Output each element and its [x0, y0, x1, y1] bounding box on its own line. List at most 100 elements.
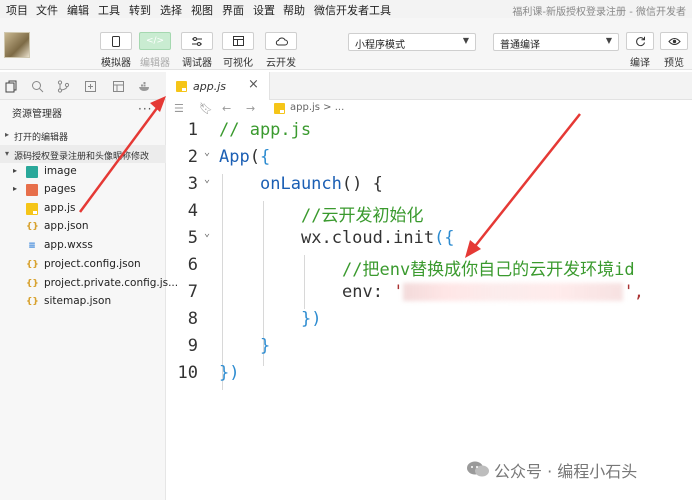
close-icon[interactable]: × [248, 77, 259, 92]
code-string-end: ', [623, 282, 644, 302]
visual-label: 可视化 [223, 58, 253, 69]
toolbar: 模拟器 </> 编辑器 调试器 可视化 云开发 小程序模式 ▼ 普通编译 ▼ 编 [0, 18, 692, 70]
files-icon[interactable] [5, 80, 18, 93]
menu-goto[interactable]: 转到 [129, 2, 151, 18]
css-file-icon: ≡ [28, 241, 36, 251]
chevron-right-icon: ▸ [13, 166, 18, 175]
folder-icon [26, 184, 38, 196]
debug-icon[interactable] [84, 80, 97, 93]
tree-item-app-js[interactable]: app.js [0, 200, 166, 218]
bookmark-icon[interactable]: 🔖︎ [199, 102, 213, 115]
line-number: 5 [187, 228, 198, 248]
menu-select[interactable]: 选择 [160, 2, 182, 18]
line-number: 9 [187, 336, 198, 356]
mode-select[interactable]: 小程序模式 ▼ [348, 33, 476, 51]
code-editor[interactable]: 1 // app.js 2 ⌄ App({ 3 ⌄ onLaunch() { 4… [166, 116, 692, 500]
code-line: 9 } [166, 332, 692, 359]
editor-label: 编辑器 [140, 58, 170, 69]
menu-project[interactable]: 项目 [6, 2, 28, 18]
code-brace: }) [219, 363, 240, 383]
list-icon[interactable]: ☰ [174, 102, 184, 115]
js-file-icon [26, 203, 38, 215]
code-line: 7 env: ' ', [166, 278, 692, 305]
search-icon[interactable] [31, 80, 44, 93]
eye-icon [667, 37, 681, 45]
folder-icon [26, 166, 38, 178]
menu-view[interactable]: 视图 [191, 2, 213, 18]
menu-settings[interactable]: 设置 [253, 2, 275, 18]
layout-icon [232, 36, 244, 46]
project-label: 源码授权登录注册和头像昵称修改 [14, 152, 150, 162]
editor-button[interactable]: </> 编辑器 [137, 32, 173, 69]
menu-wechat-devtools[interactable]: 微信开发者工具 [314, 2, 391, 18]
tree-item-app-json[interactable]: {} app.json [0, 218, 166, 236]
tree-item-label: app.wxss [44, 239, 93, 251]
tree-item-pages[interactable]: ▸ pages [0, 181, 166, 199]
project-section[interactable]: ▾ 源码授权登录注册和头像昵称修改 [0, 145, 166, 163]
simulator-label: 模拟器 [101, 58, 131, 69]
sliders-icon [192, 36, 202, 46]
compile-select-value: 普通编译 [500, 40, 540, 51]
explorer-title: 资源管理器 [12, 109, 62, 120]
devtools-window: 项目 文件 编辑 工具 转到 选择 视图 界面 设置 帮助 微信开发者工具 福利… [0, 0, 692, 500]
tree-item-label: app.json [44, 220, 89, 232]
code-icon: </> [145, 36, 165, 46]
menu-help[interactable]: 帮助 [283, 2, 305, 18]
cloud-button[interactable]: 云开发 [263, 32, 299, 69]
forward-arrow-icon[interactable]: → [246, 102, 255, 115]
compile-button[interactable]: 编译 [622, 32, 658, 69]
tab-label: app.js [193, 80, 226, 93]
visual-button[interactable]: 可视化 [220, 32, 256, 69]
code-identifier: App [219, 147, 250, 167]
line-number: 10 [177, 363, 198, 383]
simulator-button[interactable]: 模拟器 [98, 32, 134, 69]
open-editors-section[interactable]: ▸ 打开的编辑器 [0, 126, 166, 144]
source-control-icon[interactable] [57, 80, 70, 93]
code-key: env: [342, 282, 383, 302]
tree-item-sitemap[interactable]: {} sitemap.json [0, 293, 166, 311]
line-number: 2 [187, 147, 198, 167]
code-string-quote: ' [393, 282, 404, 302]
code-brace: ({ [434, 228, 455, 248]
line-number: 7 [187, 282, 198, 302]
chevron-down-icon[interactable]: ⌄ [204, 228, 210, 239]
tree-item-project-private-config[interactable]: {} project.private.config.js... [0, 275, 178, 293]
extensions-icon[interactable] [112, 80, 125, 93]
code-comment: //云开发初始化 [301, 206, 424, 226]
more-icon[interactable]: ··· [138, 102, 152, 116]
code-comment: // app.js [219, 120, 312, 140]
code-line: 10 }) [166, 359, 692, 386]
menu-file[interactable]: 文件 [36, 2, 58, 18]
code-brace: } [260, 336, 271, 356]
code-line: 2 ⌄ App({ [166, 143, 692, 170]
js-file-icon [176, 81, 187, 92]
menu-tools[interactable]: 工具 [98, 2, 120, 18]
dropdown-caret-icon: ▼ [462, 36, 469, 45]
tree-item-image[interactable]: ▸ image [0, 163, 166, 181]
code-identifier: onLaunch [260, 174, 342, 194]
code-comment: //把env替换成你自己的云开发环境id [342, 260, 635, 280]
menu-edit[interactable]: 编辑 [67, 2, 89, 18]
chevron-down-icon[interactable]: ⌄ [204, 147, 210, 158]
debugger-button[interactable]: 调试器 [179, 32, 215, 69]
chevron-down-icon[interactable]: ⌄ [204, 174, 210, 185]
tab-app-js[interactable]: app.js × [166, 72, 270, 100]
cloud-icon [275, 37, 288, 45]
menu-interface[interactable]: 界面 [222, 2, 244, 18]
code-text: env: ' ', [342, 282, 644, 302]
avatar[interactable] [4, 32, 30, 58]
chevron-right-icon: ▸ [5, 130, 10, 139]
debugger-label: 调试器 [182, 58, 212, 69]
code-line: 3 ⌄ onLaunch() { [166, 170, 692, 197]
chevron-down-icon: ▾ [5, 149, 10, 158]
code-line: 4 //云开发初始化 [166, 197, 692, 226]
cloud-label: 云开发 [266, 58, 296, 69]
breadcrumb-path[interactable]: app.js > ... [290, 102, 344, 113]
watermark-text: 公众号 · 编程小石头 [494, 462, 638, 481]
docker-icon[interactable] [138, 80, 151, 93]
back-arrow-icon[interactable]: ← [222, 102, 231, 115]
tree-item-app-wxss[interactable]: ≡ app.wxss [0, 237, 166, 255]
preview-button[interactable]: 预览 [656, 32, 692, 69]
tree-item-project-config[interactable]: {} project.config.json [0, 256, 166, 274]
compile-select[interactable]: 普通编译 ▼ [493, 33, 619, 51]
